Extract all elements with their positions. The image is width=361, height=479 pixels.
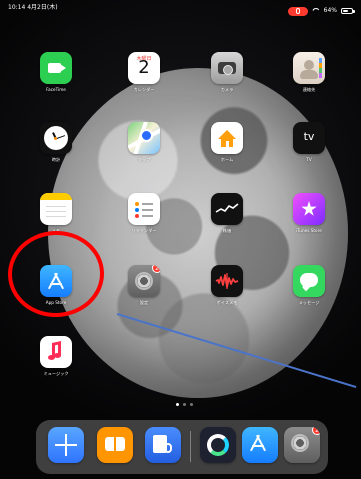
app-label-music: ミュージック <box>43 371 69 376</box>
app-label-calendar: カレンダー <box>133 87 155 92</box>
dock-divider <box>190 431 191 462</box>
status-time: 10:14 <box>8 4 26 11</box>
moon-wallpaper <box>48 68 348 398</box>
mic-status-pill <box>287 6 308 16</box>
app-reminders[interactable]: リマインダー <box>115 193 173 233</box>
app-music[interactable]: ミュージック <box>27 336 85 376</box>
mic-icon <box>295 8 300 14</box>
settings-gear-icon: 2 <box>284 427 320 463</box>
app-label-stocks: 株価 <box>222 228 232 233</box>
app-home[interactable]: ホーム <box>198 122 256 162</box>
stocks-icon <box>211 193 243 225</box>
app-camera[interactable]: カメラ <box>198 52 256 92</box>
app-calendar[interactable]: 木曜日 2 カレンダー <box>115 52 173 92</box>
app-label-voice-memos: ボイスメモ <box>216 300 238 305</box>
app-tv[interactable]: tv TV <box>280 122 338 162</box>
dock-app-spiral[interactable] <box>200 427 236 463</box>
app-label-camera: カメラ <box>220 87 234 92</box>
app-settings[interactable]: 2 設定 <box>115 265 173 305</box>
dock-app-app-store[interactable] <box>242 427 278 463</box>
dock-app-settings[interactable]: 2 <box>284 427 320 463</box>
tv-icon-text: tv <box>303 130 315 143</box>
dock-settings-badge: 2 <box>312 427 320 435</box>
split-view-icon <box>48 427 84 463</box>
app-facetime[interactable]: FaceTime <box>27 52 85 92</box>
app-label-reminders: リマインダー <box>131 228 157 233</box>
app-label-itunes-store: iTunes Store <box>296 228 322 233</box>
dock-app-books[interactable] <box>97 427 133 463</box>
spiral-app-icon <box>200 427 236 463</box>
status-icons: 64% <box>287 3 355 19</box>
settings-badge: 2 <box>152 265 160 273</box>
battery-fill <box>343 10 349 12</box>
app-messages[interactable]: メッセージ <box>280 265 338 305</box>
home-icon <box>211 122 243 154</box>
page-dot-3[interactable] <box>190 403 193 406</box>
message-bubble-icon <box>293 265 325 297</box>
dock-app-split-view[interactable] <box>48 427 84 463</box>
app-label-home: ホーム <box>220 157 234 162</box>
clock-icon <box>40 122 72 154</box>
app-label-settings: 設定 <box>139 300 149 305</box>
page-dot-active[interactable] <box>176 403 179 406</box>
calendar-icon: 木曜日 2 <box>128 52 160 84</box>
waveform-icon <box>211 265 243 297</box>
notes-icon <box>40 193 72 225</box>
app-maps[interactable]: マップ <box>115 122 173 162</box>
music-note-icon <box>40 336 72 368</box>
app-label-clock: 時計 <box>51 157 61 162</box>
app-notes[interactable]: メモ <box>27 193 85 233</box>
home-screen: 10:14 4月2日(木) 64% FaceTime 木曜日 2 カレンダー カ… <box>0 0 361 479</box>
page-indicator[interactable] <box>176 403 193 406</box>
reminders-icon <box>128 193 160 225</box>
contacts-icon <box>293 52 325 84</box>
app-label-messages: メッセージ <box>298 300 320 305</box>
wifi-icon <box>312 8 320 14</box>
app-label-facetime: FaceTime <box>46 87 66 92</box>
dock: 2 <box>36 420 328 474</box>
stocks-line-icon <box>215 203 239 213</box>
camera-icon <box>211 52 243 84</box>
waveform-graphic-icon <box>215 273 239 289</box>
app-label-contacts: 連絡先 <box>302 87 316 92</box>
calendar-day: 2 <box>138 57 150 78</box>
page-dot-2[interactable] <box>183 403 186 406</box>
app-stocks[interactable]: 株価 <box>198 193 256 233</box>
book-icon <box>97 427 133 463</box>
app-label-maps: マップ <box>137 157 151 162</box>
status-bar: 10:14 4月2日(木) 64% <box>0 0 361 16</box>
map-icon <box>128 122 160 154</box>
status-date: 4月2日(木) <box>27 4 58 11</box>
app-store-icon <box>242 427 278 463</box>
status-time-date: 10:14 4月2日(木) <box>8 0 58 16</box>
app-itunes-store[interactable]: iTunes Store <box>280 193 338 233</box>
battery-percentage: 64% <box>323 7 337 14</box>
video-camera-icon <box>40 52 72 84</box>
app-clock[interactable]: 時計 <box>27 122 85 162</box>
star-icon <box>293 193 325 225</box>
app-contacts[interactable]: 連絡先 <box>280 52 338 92</box>
app-label-tv: TV <box>306 157 312 162</box>
voice-memo-icon <box>145 427 181 463</box>
battery-icon <box>341 8 355 14</box>
app-voice-memos[interactable]: ボイスメモ <box>198 265 256 305</box>
dock-app-voice-memo[interactable] <box>145 427 181 463</box>
tv-icon: tv <box>293 122 325 154</box>
settings-gear-icon: 2 <box>128 265 160 297</box>
